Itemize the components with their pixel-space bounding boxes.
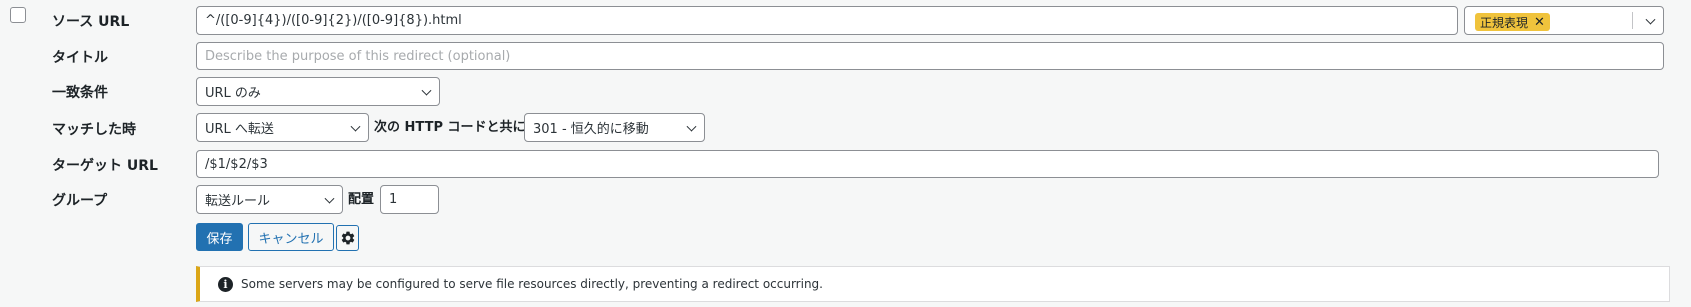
source-url-label: ソース URL: [52, 14, 130, 30]
warning-notice: i Some servers may be configured to serv…: [196, 266, 1670, 302]
chevron-down-icon: [686, 121, 697, 132]
cancel-button[interactable]: キャンセル: [248, 223, 334, 251]
chevron-down-icon: [324, 193, 335, 204]
match-label: 一致条件: [52, 85, 108, 101]
match-select-value: URL のみ: [205, 86, 261, 101]
chevron-down-icon[interactable]: [1645, 14, 1656, 25]
title-label: タイトル: [52, 50, 108, 66]
match-select[interactable]: URL のみ: [196, 77, 440, 106]
target-url-label: ターゲット URL: [52, 158, 158, 174]
redirect-edit-form: ソース URL ^/([0-9]{4})/([0-9]{2})/([0-9]{8…: [0, 0, 1691, 307]
source-url-input[interactable]: ^/([0-9]{4})/([0-9]{2})/([0-9]{8}).html: [196, 6, 1458, 35]
source-url-value: ^/([0-9]{4})/([0-9]{2})/([0-9]{8}).html: [205, 13, 462, 28]
position-label: 配置: [348, 192, 375, 207]
http-code-select[interactable]: 301 - 恒久的に移動: [524, 113, 705, 142]
save-button[interactable]: 保存: [196, 223, 243, 251]
target-url-input[interactable]: /$1/$2/$3: [196, 150, 1659, 178]
title-input[interactable]: Describe the purpose of this redirect (o…: [196, 42, 1664, 70]
group-select-value: 転送ルール: [205, 194, 271, 209]
chevron-down-icon: [350, 121, 361, 132]
position-input[interactable]: 1: [380, 185, 439, 214]
gear-icon: [341, 231, 354, 245]
target-url-value: /$1/$2/$3: [205, 156, 268, 172]
chevron-down-icon: [421, 85, 432, 96]
regex-tag: 正規表現 ✕: [1475, 13, 1550, 31]
row-select-checkbox[interactable]: [10, 7, 26, 23]
select-divider: [1632, 12, 1633, 29]
regex-tag-label: 正規表現: [1480, 15, 1529, 30]
remove-tag-icon[interactable]: ✕: [1534, 16, 1545, 29]
action-label: マッチした時: [52, 122, 136, 138]
group-select[interactable]: 転送ルール: [196, 185, 343, 214]
info-icon: i: [218, 276, 233, 292]
notice-text: Some servers may be configured to serve …: [241, 277, 823, 291]
group-label: グループ: [52, 193, 108, 209]
action-select-value: URL へ転送: [205, 122, 274, 137]
advanced-settings-button[interactable]: [336, 225, 359, 251]
http-code-select-value: 301 - 恒久的に移動: [533, 122, 649, 137]
action-select[interactable]: URL へ転送: [196, 113, 369, 142]
title-placeholder: Describe the purpose of this redirect (o…: [205, 48, 511, 64]
http-code-label: 次の HTTP コードと共に: [374, 120, 526, 135]
source-flags-select[interactable]: 正規表現 ✕: [1464, 6, 1664, 35]
position-value: 1: [389, 192, 398, 207]
